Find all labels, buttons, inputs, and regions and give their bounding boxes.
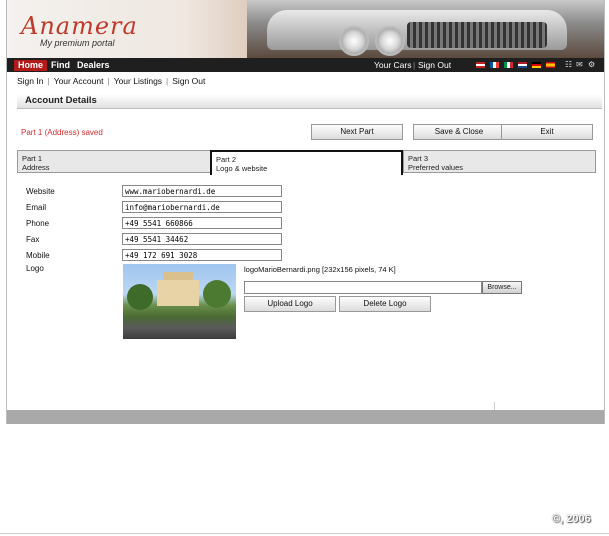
fax-label: Fax xyxy=(26,235,40,244)
next-part-button[interactable]: Next Part xyxy=(311,124,403,140)
status-message: Part 1 (Address) saved xyxy=(21,128,103,137)
exit-button[interactable]: Exit xyxy=(501,124,593,140)
logo-preview-image xyxy=(123,264,236,339)
de-flag-icon[interactable] xyxy=(532,62,541,68)
mail-icon[interactable]: ✉ xyxy=(576,61,583,69)
header-banner: Anamera My premium portal xyxy=(7,0,604,58)
brand-logo[interactable]: Anamera xyxy=(21,12,138,40)
sitemap-icon[interactable]: ☷ xyxy=(565,61,572,69)
step-tab-1[interactable]: Part 1 Address xyxy=(17,150,211,173)
brand-logo-text: Anamera xyxy=(21,12,138,40)
nav-separator: | xyxy=(413,60,416,70)
logo-file-info: logoMarioBernardi.png [232x156 pixels, 7… xyxy=(244,265,396,274)
nav-tab-find[interactable]: Find xyxy=(47,60,74,71)
phone-label: Phone xyxy=(26,219,50,228)
logo-file-input[interactable] xyxy=(244,281,482,294)
step-title: Part 1 xyxy=(22,154,43,163)
fr-flag-icon[interactable] xyxy=(490,62,499,68)
it-flag-icon[interactable] xyxy=(504,62,513,68)
step-subtitle: Preferred values xyxy=(408,163,464,172)
footer-bar xyxy=(7,410,604,424)
website-field[interactable]: www.mariobernardi.de xyxy=(122,185,282,197)
nl-flag-icon[interactable] xyxy=(518,62,527,68)
step-subtitle: Address xyxy=(22,163,50,172)
subnav-your-listings[interactable]: Your Listings xyxy=(110,76,166,86)
subnav-sign-in[interactable]: Sign In xyxy=(17,76,47,86)
email-label: Email xyxy=(26,203,47,212)
step-title: Part 3 xyxy=(408,154,429,163)
main-navbar: Home Find Dealers Your Cars | Sign Out ☷… xyxy=(7,58,604,72)
section-header: Account Details xyxy=(17,94,602,109)
footer-divider xyxy=(494,402,495,410)
page-title: Account Details xyxy=(25,95,97,106)
step-subtitle: Logo & website xyxy=(216,164,268,173)
step-tabs: Part 1 Address Part 2 Logo & website Par… xyxy=(17,150,602,175)
subnav-sign-out[interactable]: Sign Out xyxy=(168,76,209,86)
step-title: Part 2 xyxy=(216,155,237,164)
mobile-label: Mobile xyxy=(26,251,50,260)
step-tab-2[interactable]: Part 2 Logo & website xyxy=(210,150,403,175)
nav-sign-out[interactable]: Sign Out xyxy=(418,60,451,71)
website-label: Website xyxy=(26,187,55,196)
delete-logo-button[interactable]: Delete Logo xyxy=(339,296,431,312)
us-flag-icon[interactable] xyxy=(476,62,485,68)
settings-icon[interactable]: ⚙ xyxy=(588,61,595,69)
fax-field[interactable]: +49 5541 34462 xyxy=(122,233,282,245)
es-flag-icon[interactable] xyxy=(546,62,555,68)
nav-tab-home[interactable]: Home xyxy=(14,60,48,71)
email-field[interactable]: info@mariobernardi.de xyxy=(122,201,282,213)
car-photo xyxy=(247,0,604,58)
subnav-your-account[interactable]: Your Account xyxy=(50,76,108,86)
upload-logo-button[interactable]: Upload Logo xyxy=(244,296,336,312)
sub-navigation: Sign In | Your Account | Your Listings | Sign … xyxy=(17,76,209,86)
phone-field[interactable]: +49 5541 660866 xyxy=(122,217,282,229)
page-bottom-rule xyxy=(0,533,609,534)
nav-tab-dealers[interactable]: Dealers xyxy=(73,60,114,71)
mobile-field[interactable]: +49 172 691 3028 xyxy=(122,249,282,261)
copyright-text: ©, 2006 xyxy=(552,513,591,525)
browse-button[interactable]: Browse... xyxy=(482,281,522,294)
nav-your-cars[interactable]: Your Cars xyxy=(374,60,411,71)
save-close-button[interactable]: Save & Close xyxy=(413,124,505,140)
brand-tagline: My premium portal xyxy=(40,38,115,48)
step-tab-3[interactable]: Part 3 Preferred values xyxy=(403,150,596,173)
page-frame: Anamera My premium portal Home Find Deal… xyxy=(6,0,605,424)
logo-label: Logo xyxy=(26,264,44,273)
